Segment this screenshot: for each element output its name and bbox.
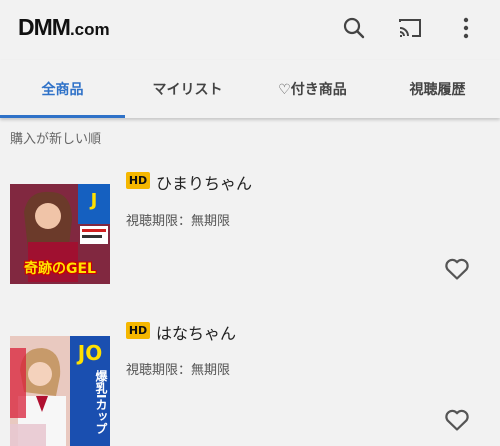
thumbnail-caption: 奇跡のGEL — [24, 261, 96, 277]
favorite-button[interactable] — [444, 408, 470, 432]
tab-all-products[interactable]: 全商品 — [0, 60, 125, 118]
thumbnail-caption: 爆乳Iカップ — [94, 370, 108, 435]
tab-mylist[interactable]: マイリスト — [125, 60, 250, 118]
tab-history[interactable]: 視聴履歴 — [375, 60, 500, 118]
active-tab-indicator — [0, 115, 125, 118]
cast-icon — [399, 19, 421, 37]
more-vert-icon — [463, 17, 469, 39]
app-bar: DMM.com — [0, 0, 500, 60]
hd-badge: HD — [126, 172, 150, 189]
tab-bar: 全商品 マイリスト ♡付き商品 視聴履歴 — [0, 60, 500, 118]
list-item[interactable]: J 奇跡のGEL HD ひまりちゃん 視聴期限：無期限 — [0, 160, 500, 290]
tab-favorited[interactable]: ♡付き商品 — [250, 60, 375, 118]
dmm-logo[interactable]: DMM.com — [18, 14, 110, 41]
item-thumbnail[interactable]: J 奇跡のGEL — [10, 184, 110, 284]
hd-badge: HD — [126, 322, 150, 339]
logo-suffix: .com — [69, 20, 110, 39]
item-title[interactable]: はなちゃん — [156, 320, 236, 344]
search-button[interactable] — [340, 14, 368, 42]
svg-text:J: J — [89, 190, 98, 211]
item-title[interactable]: ひまりちゃん — [156, 170, 252, 194]
logo-main: DMM — [18, 14, 71, 40]
search-icon — [343, 17, 365, 39]
item-thumbnail[interactable]: JO 爆乳Iカップ — [10, 336, 110, 446]
more-button[interactable] — [452, 14, 480, 42]
viewing-period: 視聴期限：無期限 — [126, 214, 231, 229]
sort-order-label: 購入が新しい順 — [10, 132, 102, 147]
cast-button[interactable] — [396, 14, 424, 42]
svg-text:JO: JO — [76, 341, 102, 365]
list-item[interactable]: JO 爆乳Iカップ HD はなちゃん 視聴期限：無期限 — [0, 310, 500, 446]
viewing-period: 視聴期限：無期限 — [126, 363, 231, 378]
favorite-button[interactable] — [444, 257, 470, 281]
heart-outline-icon — [445, 409, 469, 431]
heart-outline-icon — [445, 258, 469, 280]
